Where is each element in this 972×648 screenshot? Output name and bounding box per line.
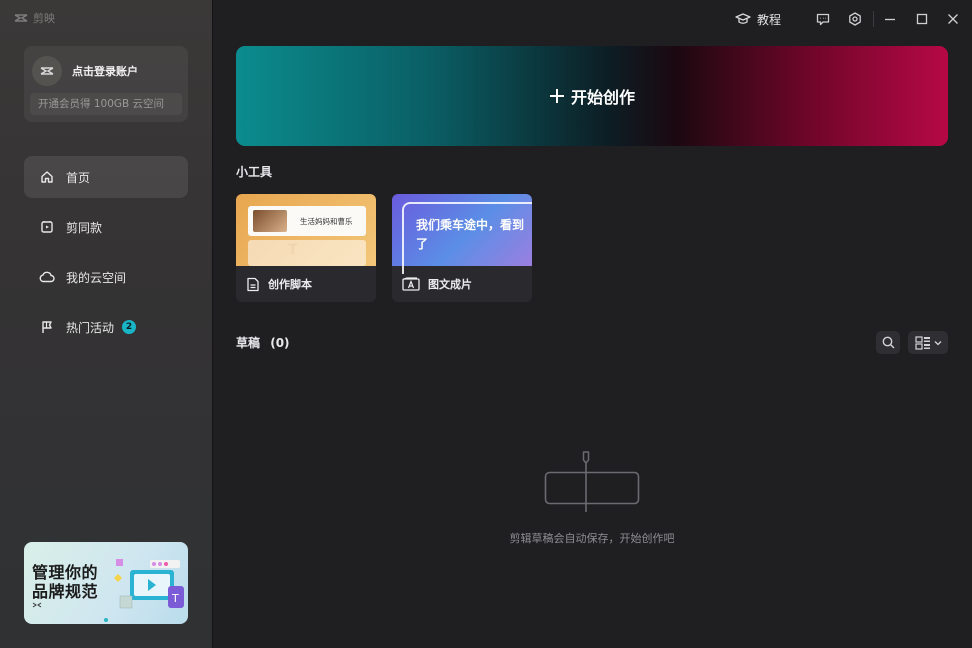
- account-card[interactable]: 点击登录账户 开通会员得 100GB 云空间: [24, 46, 188, 122]
- tool-label-script: 创作脚本: [268, 278, 312, 291]
- search-icon: [882, 336, 894, 349]
- script-thumb-doc2: [248, 240, 366, 266]
- start-creating-button[interactable]: 开始创作: [236, 46, 948, 146]
- tool-foot-script: 创作脚本: [236, 266, 376, 302]
- minimize-icon: [885, 18, 895, 21]
- nav-item-events[interactable]: 热门活动 2: [24, 306, 188, 348]
- notification-badge: 2: [122, 320, 137, 334]
- app-logo: 剪映: [14, 10, 55, 26]
- empty-drafts-message: 剪辑草稿会自动保存，开始创作吧: [509, 532, 675, 545]
- maximize-icon: [916, 13, 928, 25]
- cloud-icon: [39, 269, 55, 285]
- tool-card-text-to-video[interactable]: 我们乘车途中，看到了 图文成片: [392, 194, 532, 302]
- svg-text:T: T: [171, 592, 179, 605]
- chevron-down-icon: [934, 340, 941, 345]
- nav-label-events: 热门活动: [66, 320, 115, 335]
- tutorial-label: 教程: [756, 12, 781, 27]
- draft-search-button[interactable]: [876, 331, 900, 354]
- tutorial-button[interactable]: 教程: [732, 10, 784, 28]
- titlebar-divider: [873, 11, 874, 27]
- grid-view-icon: [914, 335, 930, 350]
- promo-brand-logo: [32, 602, 42, 610]
- carousel-dot[interactable]: [104, 618, 108, 622]
- text-to-video-thumb-text: 我们乘车途中，看到了: [416, 218, 525, 251]
- script-icon: [246, 277, 260, 292]
- close-icon: [948, 14, 958, 24]
- maximize-button[interactable]: [913, 10, 931, 28]
- tool-card-script[interactable]: 生活妈妈和曹乐 T 创作脚本: [236, 194, 376, 302]
- close-button[interactable]: [944, 10, 962, 28]
- drafts-count: (0): [270, 336, 290, 350]
- empty-drafts-illustration-icon: [544, 451, 640, 512]
- drafts-title-label: 草稿: [236, 336, 261, 350]
- nav-item-templates[interactable]: 剪同款: [24, 206, 188, 248]
- promo-title-line2: 品牌规范: [32, 582, 99, 601]
- nav-item-cloud[interactable]: 我的云空间: [24, 256, 188, 298]
- nav-label-cloud: 我的云空间: [66, 270, 127, 285]
- settings-icon: [849, 12, 861, 26]
- capcut-logo-icon: [14, 14, 28, 22]
- plus-icon: [549, 89, 564, 103]
- text-t-icon: T: [288, 242, 298, 258]
- nav-label-templates: 剪同款: [66, 220, 103, 235]
- nav-label-home: 首页: [66, 170, 91, 185]
- sidebar: 剪映 点击登录账户 开通会员得 100GB 云空间 首页 剪同款 我的云空间 热…: [0, 0, 213, 648]
- template-icon: [39, 219, 55, 235]
- script-thumbnail: 生活妈妈和曹乐 T: [236, 194, 376, 266]
- tools-section-title: 小工具: [236, 165, 273, 179]
- script-thumb-photo: [253, 210, 287, 232]
- script-thumb-text: 生活妈妈和曹乐: [300, 217, 353, 226]
- start-creating-content: 开始创作: [549, 84, 635, 108]
- minimize-button[interactable]: [881, 10, 899, 28]
- flag-icon: [39, 319, 55, 335]
- login-link[interactable]: 点击登录账户: [72, 63, 138, 79]
- script-thumb-doc: 生活妈妈和曹乐: [248, 206, 366, 236]
- text-to-video-thumbnail: 我们乘车途中，看到了: [392, 194, 532, 274]
- avatar[interactable]: [32, 56, 62, 86]
- view-mode-dropdown[interactable]: [908, 331, 948, 354]
- text-to-video-icon: [402, 277, 420, 291]
- start-creating-label: 开始创作: [570, 88, 635, 107]
- graduation-cap-icon: [735, 13, 751, 24]
- promo-illustration-icon: T: [114, 559, 184, 609]
- member-promo[interactable]: 开通会员得 100GB 云空间: [30, 93, 182, 115]
- app-name: 剪映: [33, 12, 55, 25]
- feedback-button[interactable]: [814, 10, 832, 28]
- home-icon: [39, 169, 55, 185]
- tool-foot-text-to-video: 图文成片: [392, 266, 532, 302]
- user-logo-icon: [40, 67, 54, 75]
- promo-banner[interactable]: 管理你的 品牌规范 T: [24, 542, 188, 624]
- drafts-section-title: 草稿 (0): [236, 334, 290, 351]
- tool-label-text-to-video: 图文成片: [428, 278, 472, 291]
- feedback-icon: [816, 13, 830, 25]
- settings-button[interactable]: [846, 10, 864, 28]
- nav-item-home[interactable]: 首页: [24, 156, 188, 198]
